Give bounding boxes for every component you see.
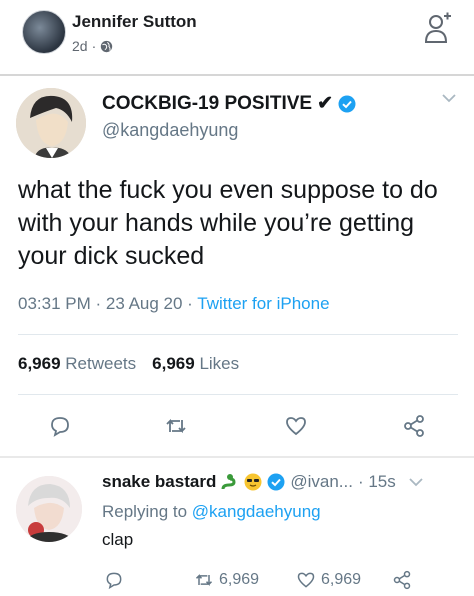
globe-icon: [101, 40, 113, 52]
reply-handle[interactable]: @ivan...: [290, 472, 353, 492]
retweets-stat[interactable]: 6,969 Retweets: [18, 354, 136, 374]
reply-tweet-card: snake bastard @ivan... · 15s Replying to…: [0, 458, 474, 596]
facebook-post-header: Jennifer Sutton 2d ·: [0, 0, 474, 74]
tweet-source[interactable]: Twitter for iPhone: [197, 294, 329, 313]
likes-count: 6,969: [152, 354, 195, 373]
stats-separator: [18, 394, 458, 395]
retweet-icon[interactable]: [164, 414, 188, 438]
reply-reply-button[interactable]: [104, 570, 124, 590]
reply-action-bar: 6,969 6,969: [0, 570, 474, 592]
avatar-illustration: [16, 88, 86, 158]
tweet-author-avatar[interactable]: [16, 88, 86, 158]
meta-dot: ·: [91, 38, 97, 54]
reply-icon[interactable]: [48, 414, 72, 438]
check-mark-glyph: ✔: [317, 93, 334, 114]
like-heart-icon: [297, 572, 315, 588]
tweet-timestamp[interactable]: 03:31 PM · 23 Aug 20 ·: [18, 294, 197, 313]
author-avatar[interactable]: [22, 10, 66, 54]
retweet-icon: [195, 574, 213, 586]
tweet-stats: 6,969 Retweets 6,969 Likes: [18, 354, 239, 374]
reply-like-count: 6,969: [321, 571, 362, 588]
reply-retweet-count: 6,969: [219, 571, 260, 588]
reply-like-button[interactable]: 6,969: [296, 570, 361, 590]
likes-label: Likes: [199, 354, 240, 373]
verified-badge-icon: [267, 473, 285, 491]
replying-to-label: Replying to: [102, 502, 188, 521]
chevron-down-icon[interactable]: [442, 94, 456, 103]
tweet-card: COCKBIG-19 POSITIVE ✔ @kangdaehyung what…: [0, 76, 474, 456]
replying-to: Replying to @kangdaehyung: [102, 502, 321, 522]
likes-stat[interactable]: 6,969 Likes: [152, 354, 239, 374]
reply-author-avatar[interactable]: [16, 476, 82, 542]
reply-share-button[interactable]: [392, 570, 412, 590]
reply-icon: [106, 572, 122, 590]
reply-text: clap: [102, 530, 134, 549]
post-meta: 2d ·: [72, 38, 113, 54]
tweet-separator: [18, 334, 458, 335]
verified-badge-icon: [338, 95, 356, 112]
tweet-meta: 03:31 PM · 23 Aug 20 · Twitter for iPhon…: [18, 294, 330, 314]
add-friend-icon[interactable]: [424, 12, 452, 44]
chevron-down-icon[interactable]: [409, 477, 423, 487]
snake-emoji-icon: [221, 474, 236, 490]
sunglasses-emoji-icon: [244, 473, 262, 491]
reply-display-name[interactable]: snake bastard: [102, 472, 216, 492]
share-icon: [393, 570, 411, 590]
author-name[interactable]: Jennifer Sutton: [72, 12, 197, 32]
retweets-count: 6,969: [18, 354, 61, 373]
reply-retweet-button[interactable]: 6,969: [194, 570, 259, 590]
post-time[interactable]: 2d: [72, 38, 88, 54]
reply-time[interactable]: · 15s: [358, 472, 396, 492]
share-icon[interactable]: [402, 414, 426, 438]
retweets-label: Retweets: [65, 354, 137, 373]
avatar-illustration: [16, 476, 82, 542]
display-name-text: COCKBIG-19 POSITIVE: [102, 92, 313, 114]
tweet-display-name[interactable]: COCKBIG-19 POSITIVE ✔: [102, 92, 356, 115]
reply-header: snake bastard @ivan... · 15s: [102, 472, 423, 492]
like-heart-icon[interactable]: [284, 414, 308, 438]
tweet-handle[interactable]: @kangdaehyung: [102, 120, 238, 141]
tweet-text: what the fuck you even suppose to do wit…: [18, 176, 438, 270]
replying-to-handle[interactable]: @kangdaehyung: [192, 502, 321, 521]
tweet-action-bar: [0, 414, 474, 444]
